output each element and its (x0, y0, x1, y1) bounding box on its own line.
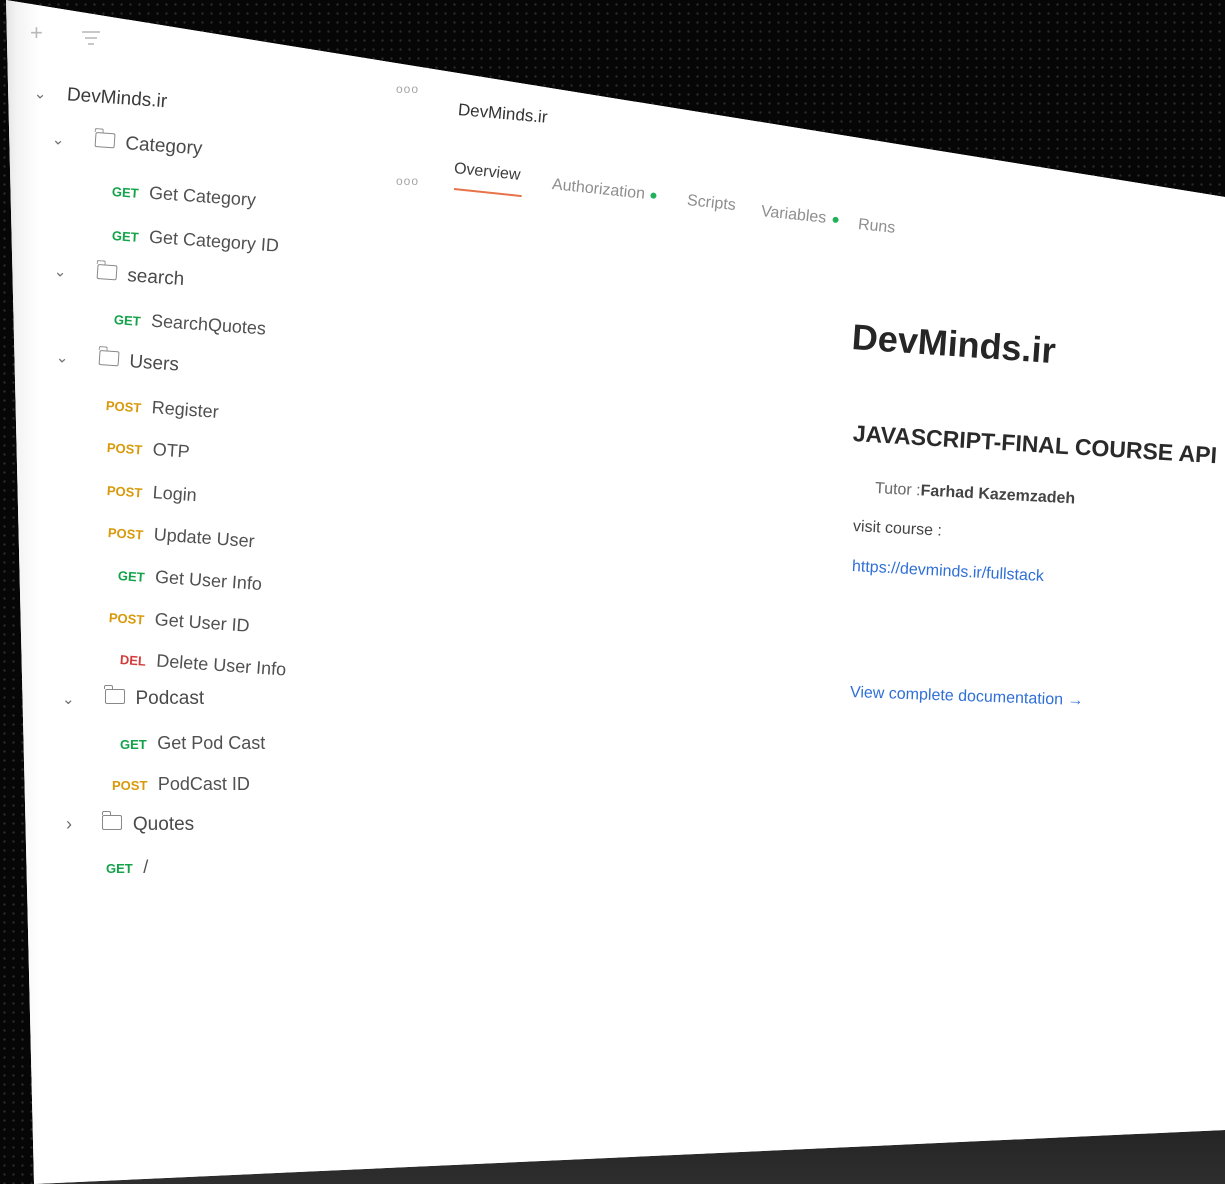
doc-course-link-text[interactable]: https://devminds.ir/fullstack (852, 558, 1045, 585)
tab-active-indicator (453, 188, 522, 198)
folder-users-label: Users (128, 351, 180, 376)
request-label: / (143, 857, 149, 877)
tab-runs[interactable]: Runs (857, 216, 896, 238)
view-docs-link[interactable]: View complete documentation → (850, 684, 1084, 710)
request-item[interactable]: GET Get Pod Cast (120, 733, 265, 754)
method-badge: POST (106, 483, 143, 501)
method-badge: POST (106, 440, 143, 458)
folder-icon (98, 350, 120, 367)
tab-runs-label: Runs (857, 216, 897, 237)
chevron-down-icon[interactable]: ⌄ (62, 690, 75, 708)
chevron-down-icon[interactable]: ⌄ (55, 348, 69, 367)
request-label: Delete User Info (155, 650, 287, 680)
request-item[interactable]: GET Get Category ID (111, 224, 279, 257)
request-item[interactable]: POST PodCast ID (112, 774, 250, 795)
request-item[interactable]: GET Get Category (111, 180, 256, 211)
doc-subtitle: JAVASCRIPT-FINAL COURSE API (852, 420, 1218, 469)
page-title: DevMinds.ir (457, 100, 548, 128)
method-badge: POST (105, 398, 142, 416)
method-badge: GET (106, 861, 133, 876)
folder-quotes[interactable]: › Quotes (66, 811, 195, 836)
app-window: + ⌄ DevMinds.ir ooo ⌄ Category ooo GET G… (6, 0, 1225, 1184)
folder-search-label: search (126, 265, 185, 291)
tab-variables[interactable]: Variables (760, 203, 839, 229)
request-item[interactable]: POST OTP (106, 436, 190, 463)
doc-title: DevMinds.ir (851, 316, 1057, 372)
method-badge: DEL (119, 652, 147, 669)
tab-variables-label: Variables (760, 203, 828, 227)
tab-scripts-label: Scripts (686, 192, 737, 215)
request-item[interactable]: DEL Delete User Info (119, 648, 287, 681)
plus-icon[interactable]: + (30, 20, 43, 46)
folder-users[interactable]: ⌄ Users (55, 346, 179, 377)
doc-tutor-prefix: Tutor : (874, 480, 922, 500)
method-badge: GET (120, 737, 147, 752)
folder-search[interactable]: ⌄ search (53, 260, 185, 291)
method-badge: POST (108, 610, 145, 628)
tab-overview[interactable]: Overview (453, 160, 521, 185)
folder-icon (96, 264, 118, 281)
doc-course-link[interactable]: https://devminds.ir/fullstack (852, 558, 1045, 586)
folder-more-icon[interactable]: ooo (396, 174, 419, 188)
request-item[interactable]: POST Update User (107, 521, 255, 552)
request-item[interactable]: GET / (106, 857, 148, 878)
request-label: OTP (152, 439, 191, 462)
doc-visit: visit course : (853, 518, 943, 541)
collection-root[interactable]: ⌄ DevMinds.ir (33, 82, 168, 113)
request-item[interactable]: POST Get User ID (108, 606, 250, 637)
method-badge: GET (111, 184, 140, 201)
collection-root-label: DevMinds.ir (66, 84, 168, 113)
request-item[interactable]: GET Get User Info (117, 564, 262, 595)
method-badge: GET (111, 228, 140, 245)
chevron-down-icon[interactable]: ⌄ (33, 84, 47, 103)
folder-icon (104, 685, 126, 704)
tab-overview-label: Overview (453, 160, 522, 184)
folder-quotes-label: Quotes (132, 814, 195, 835)
request-item[interactable]: GET SearchQuotes (113, 308, 266, 340)
request-item[interactable]: POST Login (106, 479, 197, 506)
request-label: Get Category ID (148, 226, 280, 256)
chevron-down-icon[interactable]: ⌄ (53, 262, 67, 281)
filter-icon[interactable] (80, 28, 102, 55)
request-label: Update User (153, 524, 256, 552)
method-badge: GET (117, 568, 146, 585)
doc-tutor: Tutor :Farhad Kazemzadeh (875, 480, 1076, 508)
request-label: PodCast ID (157, 774, 250, 794)
tab-authorization[interactable]: Authorization (551, 176, 658, 205)
status-dot-icon (831, 216, 839, 223)
request-label: Get Category (148, 182, 257, 211)
folder-podcast[interactable]: ⌄ Podcast (62, 685, 205, 710)
request-label: Get User Info (154, 566, 263, 595)
folder-icon (94, 132, 116, 149)
doc-visit-text: visit course : (852, 518, 943, 540)
folder-category-label: Category (124, 133, 203, 160)
tab-authorization-label: Authorization (551, 176, 646, 203)
tab-scripts[interactable]: Scripts (686, 192, 737, 215)
method-badge: POST (107, 525, 144, 543)
method-badge: GET (113, 312, 142, 329)
request-label: Login (152, 482, 198, 506)
view-docs-link-text[interactable]: View complete documentation → (850, 684, 1084, 709)
request-item[interactable]: POST Register (105, 394, 219, 423)
folder-category[interactable]: ⌄ Category (51, 128, 203, 160)
status-dot-icon (650, 192, 658, 199)
request-label: SearchQuotes (150, 310, 267, 339)
request-label: Register (151, 397, 220, 422)
collection-more-icon[interactable]: ooo (396, 82, 419, 96)
folder-icon (101, 811, 123, 830)
doc-tutor-name: Farhad Kazemzadeh (920, 482, 1076, 508)
doc-title-text: DevMinds.ir (850, 316, 1058, 372)
folder-podcast-label: Podcast (135, 688, 205, 709)
doc-subtitle-text: JAVASCRIPT-FINAL COURSE API (852, 420, 1218, 469)
request-label: Get User ID (154, 609, 251, 636)
page-title-text: DevMinds.ir (457, 100, 549, 127)
chevron-right-icon[interactable]: › (66, 814, 72, 835)
request-label: Get Pod Cast (157, 733, 266, 753)
method-badge: POST (112, 778, 148, 793)
chevron-down-icon[interactable]: ⌄ (51, 130, 65, 149)
